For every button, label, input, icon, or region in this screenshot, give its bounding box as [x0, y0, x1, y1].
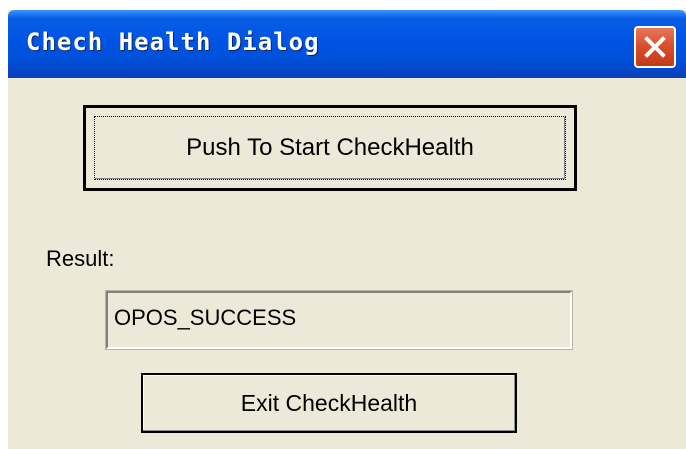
focus-rectangle: Push To Start CheckHealth	[94, 116, 566, 180]
exit-checkhealth-button[interactable]: Exit CheckHealth	[141, 373, 517, 433]
result-value: OPOS_SUCCESS	[114, 305, 297, 330]
exit-button-label: Exit CheckHealth	[240, 389, 418, 416]
dialog-body: Push To Start CheckHealth Result: OPOS_S…	[8, 78, 686, 449]
result-field[interactable]: OPOS_SUCCESS	[105, 290, 573, 350]
result-label: Result:	[46, 246, 115, 271]
title-bar[interactable]: Chech Health Dialog	[8, 10, 686, 78]
start-button-label: Push To Start CheckHealth	[186, 134, 474, 161]
check-health-dialog: Chech Health Dialog Push To Start CheckH…	[8, 10, 686, 449]
window-title: Chech Health Dialog	[26, 28, 320, 56]
close-button[interactable]	[634, 26, 676, 68]
start-checkhealth-button[interactable]: Push To Start CheckHealth	[83, 105, 577, 191]
close-x-icon	[644, 36, 666, 58]
